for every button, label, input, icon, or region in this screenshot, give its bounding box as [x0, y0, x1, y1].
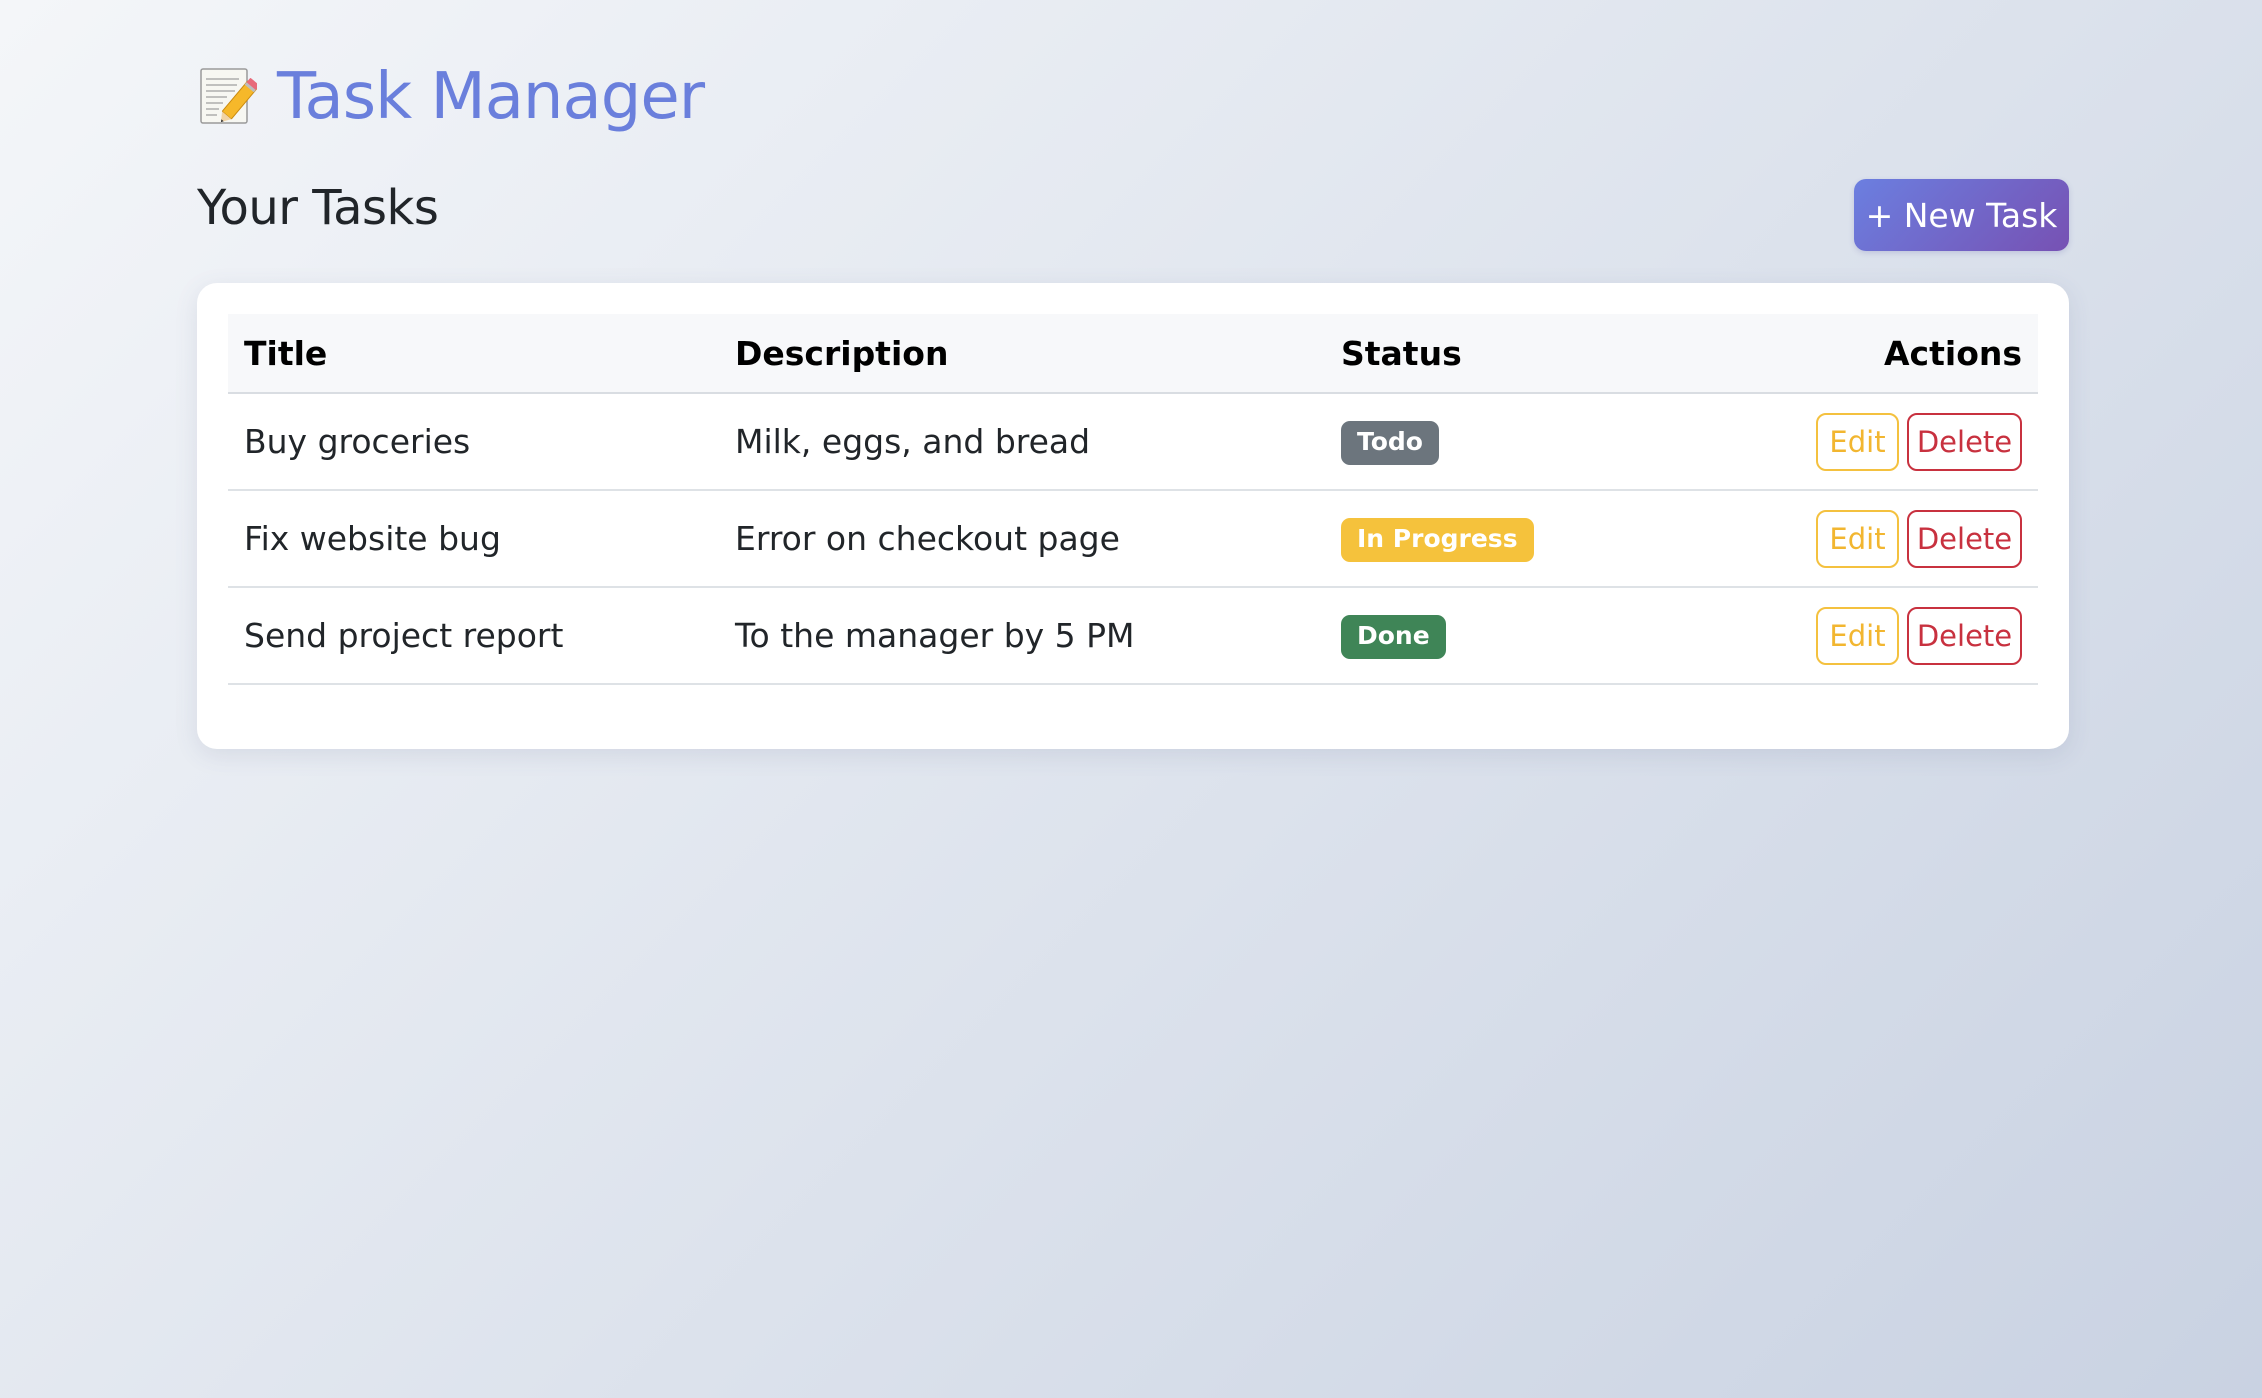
task-description: To the manager by 5 PM — [719, 587, 1325, 685]
task-title: Buy groceries — [228, 393, 719, 491]
table-row: Send project report To the manager by 5 … — [228, 587, 2038, 685]
edit-button[interactable]: Edit — [1816, 412, 1899, 471]
app-header: Task Manager — [197, 52, 705, 142]
edit-button[interactable]: Edit — [1816, 606, 1899, 665]
task-description: Milk, eggs, and bread — [719, 393, 1325, 491]
edit-button[interactable]: Edit — [1816, 509, 1899, 568]
task-status-cell: Todo — [1325, 393, 1677, 491]
tasks-card: Title Description Status Actions Buy gro… — [197, 283, 2069, 749]
delete-button[interactable]: Delete — [1907, 412, 2022, 471]
tasks-table: Title Description Status Actions Buy gro… — [228, 314, 2038, 685]
task-status-cell: In Progress — [1325, 490, 1677, 588]
column-header-actions: Actions — [1677, 314, 2038, 394]
table-body: Buy groceries Milk, eggs, and bread Todo… — [228, 393, 2038, 685]
column-header-title: Title — [228, 314, 719, 394]
app-title: Task Manager — [277, 60, 705, 134]
status-badge: Todo — [1341, 420, 1439, 465]
delete-button[interactable]: Delete — [1907, 606, 2022, 665]
new-task-button[interactable]: + New Task — [1854, 179, 2069, 251]
column-header-status: Status — [1325, 314, 1677, 394]
section-title: Your Tasks — [197, 180, 439, 236]
task-actions: Edit Delete — [1677, 490, 2038, 588]
table-row: Buy groceries Milk, eggs, and bread Todo… — [228, 393, 2038, 491]
task-actions: Edit Delete — [1677, 587, 2038, 685]
status-badge: In Progress — [1341, 517, 1534, 562]
task-actions: Edit Delete — [1677, 393, 2038, 491]
column-header-description: Description — [719, 314, 1325, 394]
task-status-cell: Done — [1325, 587, 1677, 685]
delete-button[interactable]: Delete — [1907, 509, 2022, 568]
task-title: Send project report — [228, 587, 719, 685]
table-header-row: Title Description Status Actions — [228, 314, 2038, 394]
task-description: Error on checkout page — [719, 490, 1325, 588]
task-title: Fix website bug — [228, 490, 719, 588]
status-badge: Done — [1341, 614, 1446, 659]
table-header: Title Description Status Actions — [228, 314, 2038, 394]
table-row: Fix website bug Error on checkout page I… — [228, 490, 2038, 588]
memo-pencil-icon — [197, 65, 260, 129]
